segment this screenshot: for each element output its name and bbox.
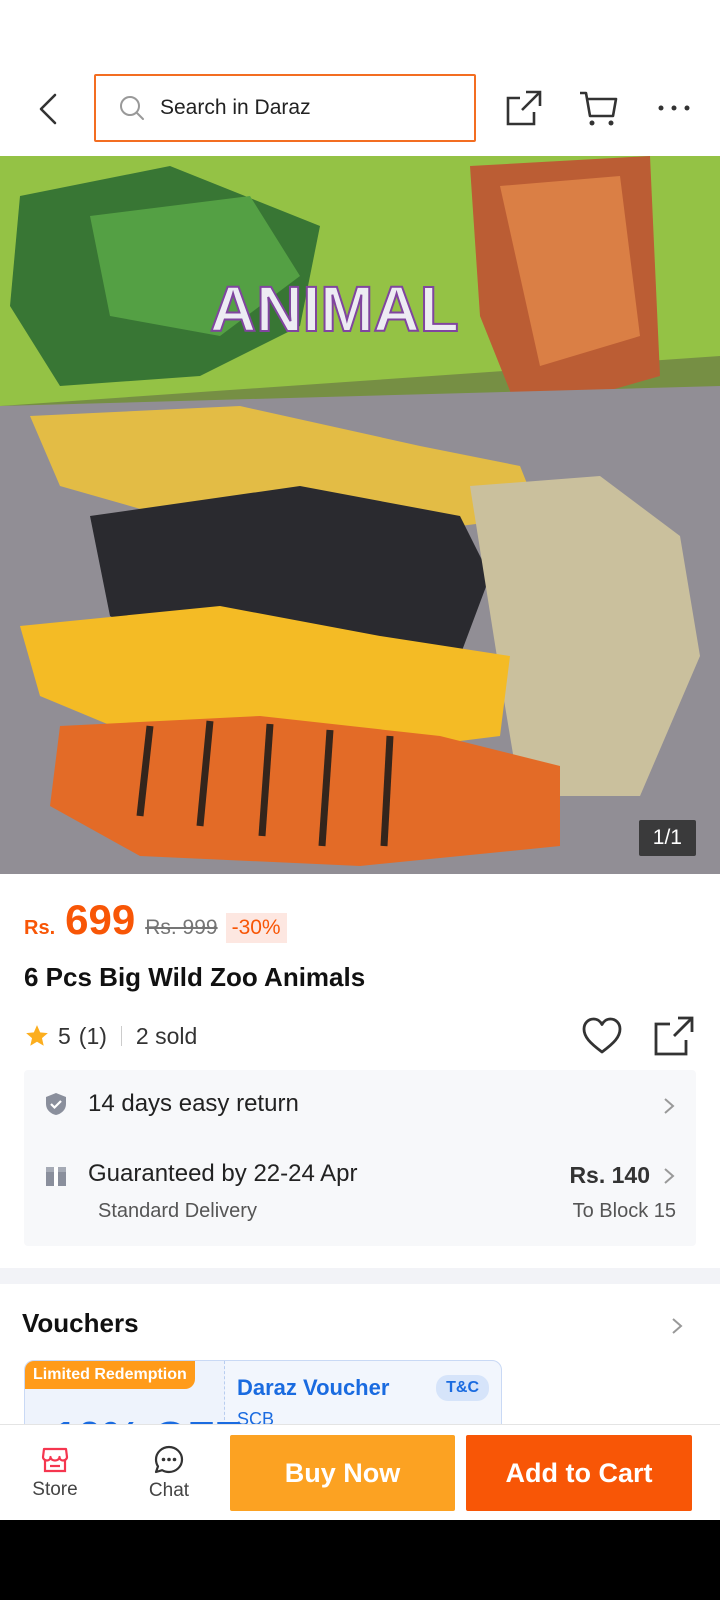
delivery-estimate-text: Guaranteed by 22-24 Apr <box>88 1160 358 1187</box>
price-row: Rs. 699 Rs. 999 -30% <box>24 896 287 944</box>
delivery-type-text: Standard Delivery <box>98 1200 257 1222</box>
store-button[interactable]: Store <box>10 1425 100 1521</box>
chevron-right-icon <box>664 1098 675 1114</box>
image-counter: 1/1 <box>638 820 696 856</box>
current-price: 699 <box>65 896 136 943</box>
rating-value: 5 <box>58 1022 71 1049</box>
product-image-gallery[interactable]: ANIMAL 1/1 <box>0 156 720 874</box>
chevron-right-icon <box>664 1168 675 1184</box>
chevron-right-icon[interactable] <box>670 1316 684 1336</box>
store-label: Store <box>32 1479 78 1500</box>
limited-redemption-badge: Limited Redemption <box>25 1361 195 1389</box>
back-button[interactable] <box>28 86 68 132</box>
price-currency: Rs. <box>24 917 56 939</box>
top-header <box>0 64 720 156</box>
delivery-row[interactable]: Guaranteed by 22-24 Apr Standard Deliver… <box>24 1142 696 1246</box>
share-icon <box>506 90 542 126</box>
share-button[interactable] <box>500 84 548 132</box>
cart-icon <box>580 91 618 126</box>
search-input[interactable] <box>160 96 450 120</box>
search-icon <box>120 96 144 120</box>
chat-label: Chat <box>148 1480 190 1501</box>
buy-now-button[interactable]: Buy Now <box>230 1435 455 1511</box>
cart-button[interactable] <box>574 84 622 132</box>
wishlist-heart-icon[interactable] <box>580 1014 624 1058</box>
product-title: 6 Pcs Big Wild Zoo Animals <box>24 962 366 992</box>
more-button[interactable] <box>650 84 698 132</box>
shield-check-icon <box>46 1093 66 1115</box>
package-icon <box>46 1167 66 1186</box>
delivery-fee: Rs. 140 <box>569 1162 650 1188</box>
original-price: Rs. 999 <box>145 916 218 939</box>
add-to-cart-button[interactable]: Add to Cart <box>466 1435 692 1511</box>
discount-badge: -30% <box>225 913 287 943</box>
chat-button[interactable]: Chat <box>124 1425 214 1521</box>
return-policy-text: 14 days easy return <box>88 1090 299 1117</box>
terms-badge[interactable]: T&C <box>436 1375 489 1401</box>
voucher-name: Daraz Voucher <box>237 1375 390 1400</box>
service-info-box: 14 days easy return Guaranteed by 22-24 … <box>24 1070 696 1246</box>
return-policy-row[interactable]: 14 days easy return <box>24 1070 696 1142</box>
system-navigation-bar <box>0 1520 720 1600</box>
bottom-action-bar: Store Chat Buy Now Add to Cart <box>0 1424 720 1520</box>
rating-count[interactable]: (1) <box>79 1023 107 1050</box>
search-box[interactable] <box>94 74 476 142</box>
more-dots-icon <box>658 105 690 111</box>
section-divider <box>0 1268 720 1284</box>
back-arrow-icon <box>39 93 57 125</box>
chat-icon <box>154 1445 184 1474</box>
store-icon <box>41 1447 69 1473</box>
star-icon <box>26 1025 48 1046</box>
status-bar <box>0 0 720 64</box>
share-product-icon[interactable] <box>652 1014 696 1058</box>
product-image: ANIMAL <box>0 156 720 874</box>
separator <box>120 1026 122 1046</box>
delivery-location: To Block 15 <box>572 1200 676 1222</box>
vouchers-heading: Vouchers <box>22 1308 139 1338</box>
sold-count: 2 sold <box>135 1022 198 1049</box>
rating-row: 5 (1) 2 sold <box>24 1016 696 1056</box>
